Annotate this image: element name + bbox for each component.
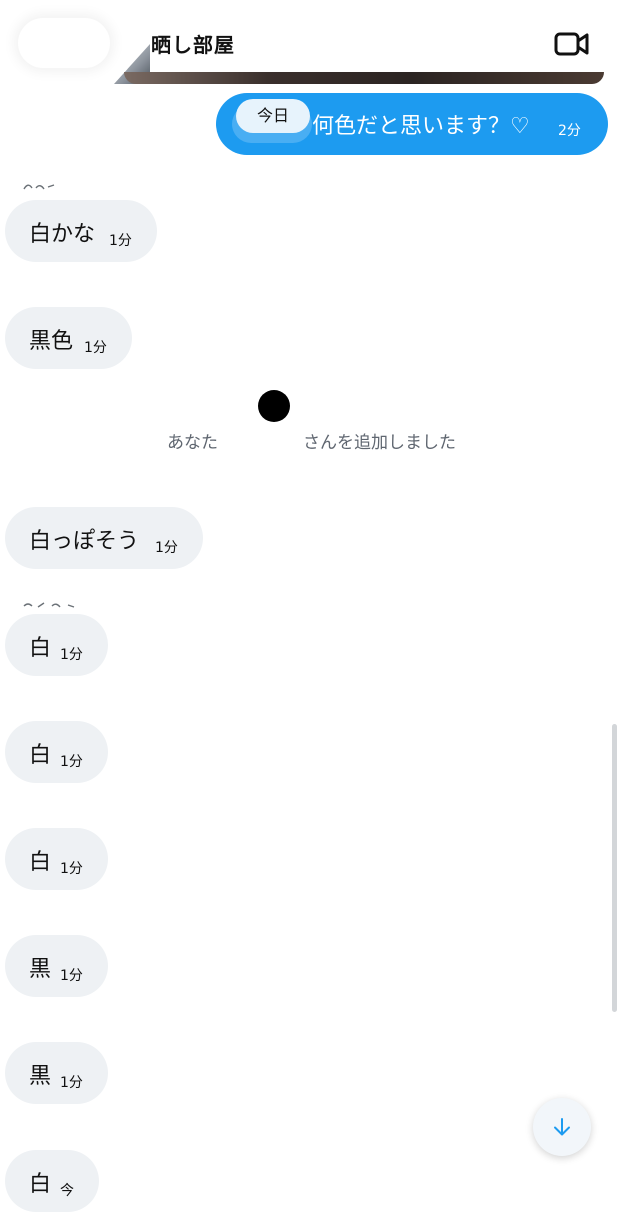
sender-name-fragment (22, 180, 62, 190)
message-text: 黒色 (29, 329, 74, 354)
message-text: 白 (29, 1172, 52, 1197)
video-camera-icon[interactable] (554, 30, 590, 58)
message-text: 何色だと思います？♡ (312, 114, 530, 139)
chat-header: 晒し部屋 (0, 0, 623, 84)
system-avatar (258, 390, 290, 422)
scrollbar-thumb[interactable] (612, 724, 617, 1012)
sender-name-fragment (22, 599, 82, 609)
message-bubble[interactable]: 白 1分 (5, 828, 108, 890)
message-time: 今 (60, 1183, 74, 1199)
shared-image-edge[interactable] (124, 72, 604, 84)
message-bubble[interactable]: 白っぽそう 1分 (5, 507, 203, 569)
day-divider: 今日 (236, 99, 310, 133)
avatar-redaction (18, 18, 110, 68)
message-bubble[interactable]: 黒 1分 (5, 935, 108, 997)
system-notice: あなた さんを追加しました (167, 433, 456, 453)
chat-title[interactable]: 晒し部屋 (151, 29, 235, 58)
message-bubble[interactable]: 白かな 1分 (5, 200, 157, 262)
message-time: 1分 (60, 1075, 83, 1091)
message-bubble[interactable]: 黒 1分 (5, 1042, 108, 1104)
message-time: 1分 (109, 233, 132, 249)
message-bubble[interactable]: 白 1分 (5, 721, 108, 783)
message-text: 白 (29, 850, 52, 875)
scroll-to-bottom-button[interactable] (533, 1098, 591, 1156)
message-text: 白っぽそう (29, 529, 140, 554)
message-text: 黒 (29, 1064, 52, 1089)
message-text: 白 (29, 636, 52, 661)
message-time: 1分 (60, 754, 83, 770)
arrow-down-icon (554, 1118, 570, 1136)
message-bubble[interactable]: 黒色 1分 (5, 307, 132, 369)
message-time: 1分 (60, 968, 83, 984)
group-avatar[interactable] (18, 14, 150, 84)
message-time: 1分 (155, 540, 178, 556)
message-time: 1分 (60, 861, 83, 877)
message-time: 2分 (558, 123, 581, 139)
message-text: 黒 (29, 957, 52, 982)
message-text: 白かな (29, 222, 96, 247)
message-text: 白 (29, 743, 52, 768)
message-bubble[interactable]: 白 1分 (5, 614, 108, 676)
message-time: 1分 (60, 647, 83, 663)
message-bubble[interactable]: 白 今 (5, 1150, 99, 1212)
message-time: 1分 (84, 340, 107, 356)
